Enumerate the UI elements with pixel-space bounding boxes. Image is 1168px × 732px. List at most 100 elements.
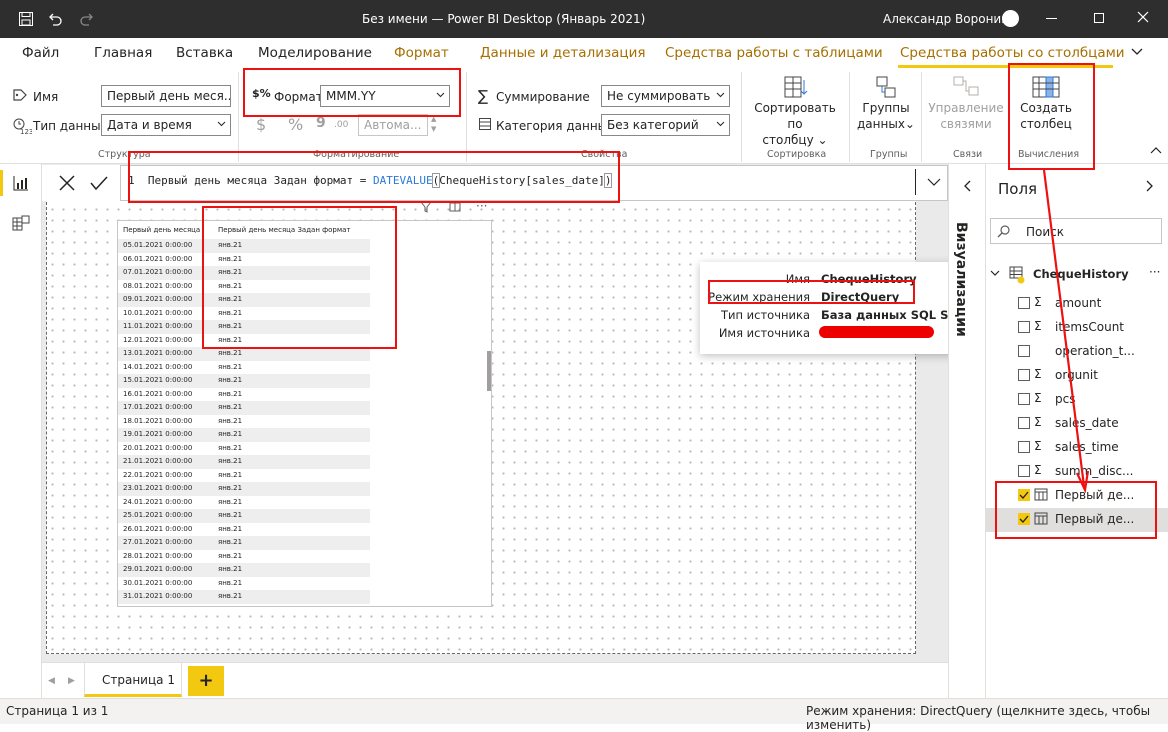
table-row[interactable]: 21.01.2021 0:00:00 янв.21 (118, 455, 370, 469)
table-row[interactable]: 11.01.2021 0:00:00 янв.21 (118, 320, 370, 334)
table-row[interactable]: 28.01.2021 0:00:00 янв.21 (118, 550, 370, 564)
table-row[interactable]: 05.01.2021 0:00:00 янв.21 (118, 239, 370, 253)
focus-mode-icon[interactable] (449, 201, 461, 213)
table-row[interactable]: 10.01.2021 0:00:00 янв.21 (118, 307, 370, 321)
category-select[interactable]: Без категорий (601, 114, 730, 136)
expand-formula-icon[interactable] (927, 178, 941, 187)
table-row[interactable]: 25.01.2021 0:00:00 янв.21 (118, 509, 370, 523)
summarize-select[interactable]: Не суммировать (601, 85, 730, 107)
checkbox[interactable] (1018, 441, 1030, 453)
table-row[interactable]: 26.01.2021 0:00:00 янв.21 (118, 523, 370, 537)
column-header-1[interactable]: Первый день месяца (123, 226, 200, 234)
data-groups-button[interactable]: Группы данных⌄ (853, 74, 919, 132)
tab-file[interactable]: Файл (22, 45, 59, 61)
table-row[interactable]: 29.01.2021 0:00:00 янв.21 (118, 563, 370, 577)
table-scrollbar[interactable] (487, 351, 491, 391)
table-row[interactable]: 09.01.2021 0:00:00 янв.21 (118, 293, 370, 307)
table-row[interactable]: 16.01.2021 0:00:00 янв.21 (118, 388, 370, 402)
tab-home[interactable]: Главная (94, 45, 152, 61)
commit-formula-icon[interactable] (90, 175, 108, 191)
percent-icon[interactable]: % (288, 115, 303, 134)
checkbox[interactable] (1018, 393, 1030, 405)
datatype-select[interactable]: Дата и время (101, 114, 231, 136)
report-view-icon[interactable] (13, 175, 29, 191)
tab-insert[interactable]: Вставка (176, 45, 233, 61)
table-row[interactable]: 12.01.2021 0:00:00 янв.21 (118, 334, 370, 348)
filter-icon[interactable] (420, 201, 432, 213)
decimal-places-field[interactable]: Автома... (358, 114, 428, 136)
chevron-right-icon[interactable] (1146, 180, 1154, 192)
tab-format[interactable]: Формат (394, 45, 449, 61)
status-bar: Страница 1 из 1 Режим хранения: DirectQu… (0, 698, 1168, 732)
table-row[interactable]: 15.01.2021 0:00:00 янв.21 (118, 374, 370, 388)
table-visual[interactable]: Первый день месяца Первый день месяца За… (117, 220, 492, 607)
table-row[interactable]: 08.01.2021 0:00:00 янв.21 (118, 280, 370, 294)
data-view-icon[interactable] (12, 215, 30, 233)
format-select[interactable]: MMM.YY (320, 85, 450, 107)
tab-page-1[interactable]: Страница 1 (84, 663, 182, 697)
storage-mode-status[interactable]: Режим хранения: DirectQuery (щелкните зд… (806, 704, 1168, 732)
close-icon[interactable] (1137, 11, 1149, 23)
user-name[interactable]: Александр Воронин (883, 12, 1009, 26)
tab-table-tools[interactable]: Средства работы с таблицами (665, 45, 883, 61)
table-row[interactable]: 30.01.2021 0:00:00 янв.21 (118, 577, 370, 591)
checkbox-checked[interactable] (1018, 513, 1030, 525)
save-icon[interactable] (18, 11, 34, 27)
manage-relationships-button[interactable]: Управление связями (925, 74, 1007, 132)
table-row[interactable]: 23.01.2021 0:00:00 янв.21 (118, 482, 370, 496)
chevron-left-icon[interactable] (963, 180, 971, 192)
checkbox-checked[interactable] (1018, 489, 1030, 501)
table-row[interactable]: 14.01.2021 0:00:00 янв.21 (118, 361, 370, 375)
visualizations-title[interactable]: Визуализации (953, 222, 969, 337)
redacted-source-name (819, 326, 934, 338)
table-row[interactable]: 24.01.2021 0:00:00 янв.21 (118, 496, 370, 510)
table-row[interactable]: 07.01.2021 0:00:00 янв.21 (118, 266, 370, 280)
next-page-icon[interactable]: ▶ (68, 676, 75, 686)
sort-by-column-button[interactable]: Сортировать по столбцу ⌄ (745, 74, 845, 148)
formula-text[interactable]: 1 Первый день месяца Задан формат = DATE… (128, 173, 613, 188)
table-row[interactable]: 18.01.2021 0:00:00 янв.21 (118, 415, 370, 429)
table-row[interactable]: 06.01.2021 0:00:00 янв.21 (118, 253, 370, 267)
collapse-ribbon-icon[interactable] (1150, 146, 1162, 154)
table-row[interactable]: 13.01.2021 0:00:00 янв.21 (118, 347, 370, 361)
cell-date: 27.01.2021 0:00:00 (123, 538, 193, 546)
sort-label-1: Сортировать по (754, 101, 836, 131)
table-icon (1009, 266, 1025, 284)
maximize-icon[interactable] (1094, 13, 1104, 23)
add-page-button[interactable]: + (188, 666, 224, 696)
name-field[interactable]: Первый день меся... (101, 85, 231, 107)
checkbox[interactable] (1018, 465, 1030, 477)
undo-icon[interactable] (47, 11, 63, 27)
avatar[interactable] (1002, 10, 1019, 27)
new-column-button[interactable]: Создать столбец (1013, 74, 1079, 132)
more-options-icon[interactable]: ··· (476, 199, 487, 213)
minimize-icon[interactable] (1046, 18, 1057, 19)
more-options-icon[interactable]: ··· (1149, 265, 1160, 279)
currency-icon[interactable]: $ (256, 115, 266, 134)
checkbox[interactable] (1018, 369, 1030, 381)
table-row[interactable]: 20.01.2021 0:00:00 янв.21 (118, 442, 370, 456)
tab-data-drill[interactable]: Данные и детализация (480, 45, 646, 61)
checkbox[interactable] (1018, 345, 1030, 357)
comma-icon[interactable]: 9 (316, 115, 326, 131)
tab-column-tools[interactable]: Средства работы со столбцами (900, 45, 1125, 61)
cell-formatted: янв.21 (218, 551, 243, 560)
table-row[interactable]: 27.01.2021 0:00:00 янв.21 (118, 536, 370, 550)
prev-page-icon[interactable]: ◀ (48, 676, 55, 686)
table-row[interactable]: 19.01.2021 0:00:00 янв.21 (118, 428, 370, 442)
redo-icon[interactable] (79, 11, 95, 27)
spinner-icon[interactable]: ▲ ▼ (431, 114, 436, 134)
checkbox[interactable] (1018, 321, 1030, 333)
decimal-icon[interactable]: .00 (334, 120, 348, 130)
cancel-formula-icon[interactable] (59, 175, 75, 191)
table-row[interactable]: 17.01.2021 0:00:00 янв.21 (118, 401, 370, 415)
tab-modeling[interactable]: Моделирование (258, 45, 372, 61)
table-row[interactable]: 22.01.2021 0:00:00 янв.21 (118, 469, 370, 483)
name-label: Имя (33, 90, 59, 104)
chevron-down-icon[interactable] (1131, 48, 1143, 56)
column-header-2[interactable]: Первый день месяца Задан формат (218, 226, 351, 234)
table-row[interactable]: 31.01.2021 0:00:00 янв.21 (118, 590, 370, 604)
checkbox[interactable] (1018, 297, 1030, 309)
checkbox[interactable] (1018, 417, 1030, 429)
field-item[interactable]: Первый де... (986, 508, 1168, 532)
